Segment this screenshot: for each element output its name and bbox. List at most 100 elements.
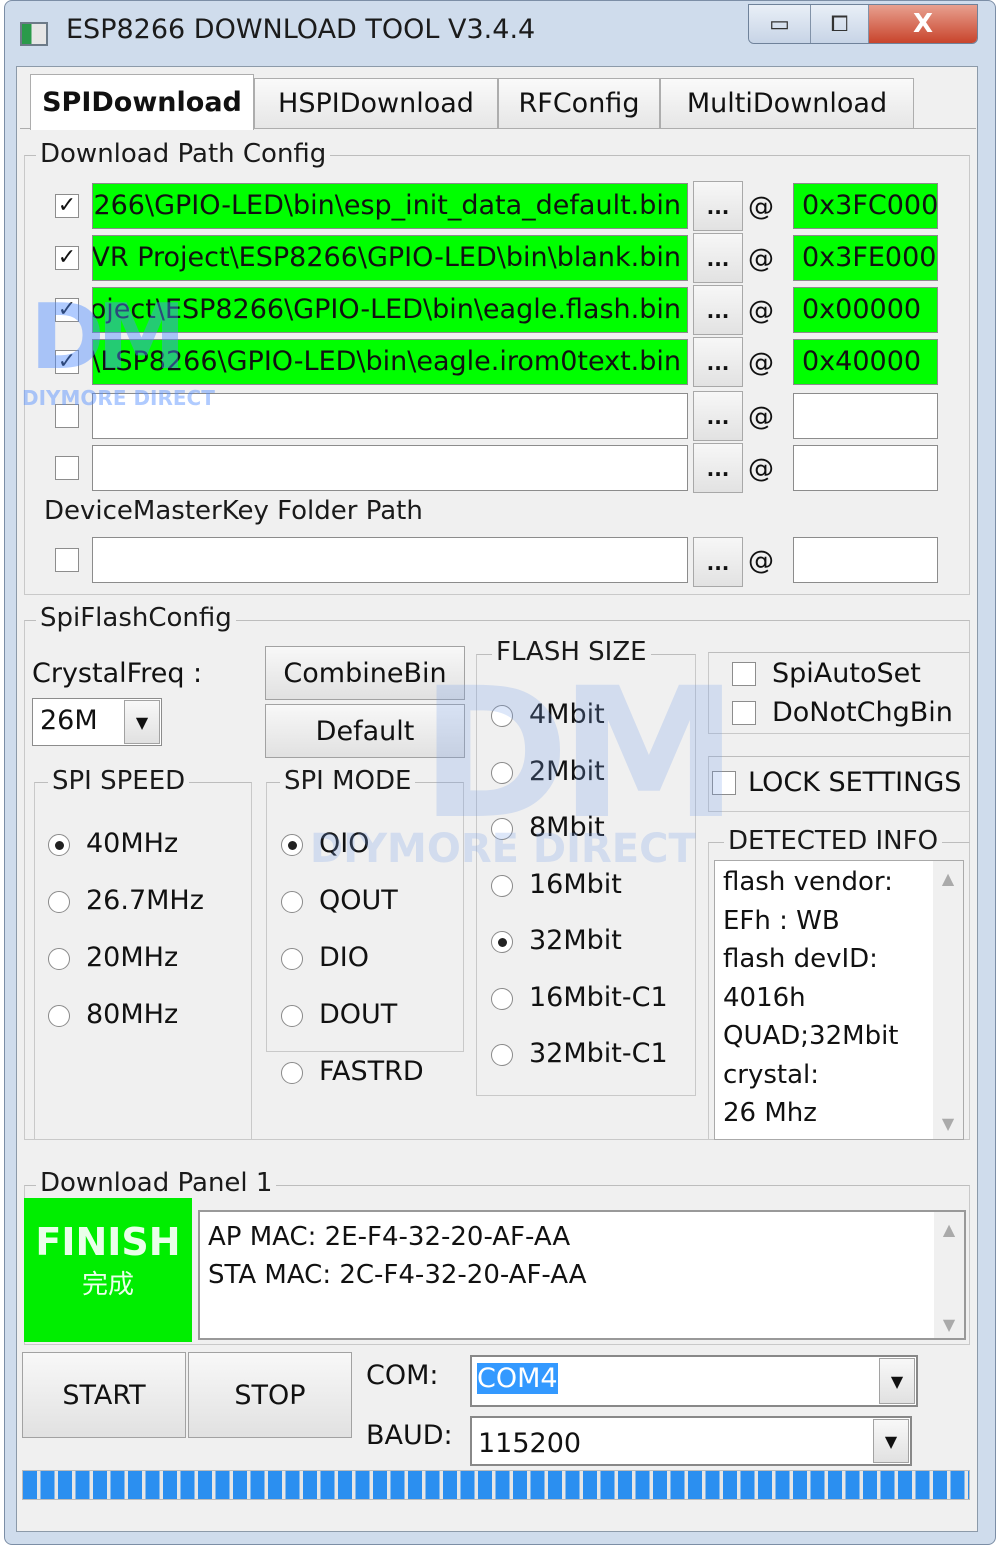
radio-button[interactable] xyxy=(491,931,513,953)
radio-button[interactable] xyxy=(491,987,513,1010)
radio-label[interactable]: 16Mbit-C1 xyxy=(529,982,668,1013)
path-input[interactable]: 3266\GPIO-LED\bin\esp_init_data_default.… xyxy=(92,183,688,229)
path-input[interactable] xyxy=(92,445,688,491)
radio-button[interactable] xyxy=(48,948,70,970)
address-input[interactable] xyxy=(793,393,938,439)
download-path-title: Download Path Config xyxy=(36,139,331,169)
progress-bar xyxy=(22,1470,970,1500)
radio-label[interactable]: QOUT xyxy=(319,885,398,916)
path-checkbox[interactable]: ✓ xyxy=(55,246,79,270)
radio-label[interactable]: 26.7MHz xyxy=(86,885,204,916)
radio-button[interactable] xyxy=(281,891,303,913)
radio-button[interactable] xyxy=(491,1044,513,1066)
radio-button[interactable] xyxy=(281,948,303,970)
start-button[interactable]: START xyxy=(22,1352,186,1438)
radio-label[interactable]: DOUT xyxy=(319,999,397,1030)
radio-label[interactable]: QIO xyxy=(319,828,369,859)
radio-label[interactable]: 32Mbit-C1 xyxy=(529,1038,668,1069)
browse-button[interactable]: ... xyxy=(693,443,743,493)
master-key-path-input[interactable] xyxy=(92,537,688,583)
radio-label[interactable]: 2Mbit xyxy=(529,756,605,787)
crystal-freq-value: 26M xyxy=(40,705,98,736)
radio-button[interactable] xyxy=(48,1005,70,1027)
info-line: flash devID: xyxy=(723,944,878,974)
radio-button[interactable] xyxy=(48,891,70,913)
radio-button[interactable] xyxy=(491,818,513,840)
com-label: COM: xyxy=(366,1360,439,1391)
radio-label[interactable]: 16Mbit xyxy=(529,869,622,900)
tab-rfconfig[interactable]: RFConfig xyxy=(498,78,660,128)
radio-label[interactable]: FASTRD xyxy=(319,1056,424,1087)
radio-label[interactable]: 8Mbit xyxy=(529,812,605,843)
log-scrollbar[interactable]: ▲ ▼ xyxy=(934,1212,964,1338)
status-text: FINISH xyxy=(35,1220,181,1264)
address-input[interactable] xyxy=(793,445,938,491)
do-not-chg-bin-checkbox[interactable] xyxy=(732,701,756,725)
browse-button[interactable]: ... xyxy=(693,337,743,387)
combine-bin-button[interactable]: CombineBin xyxy=(265,646,465,700)
master-key-address-input[interactable] xyxy=(793,537,938,583)
lock-settings-label: LOCK SETTINGS xyxy=(748,767,962,798)
radio-label[interactable]: 80MHz xyxy=(86,999,178,1030)
maximize-button[interactable]: ⧠ xyxy=(811,5,869,43)
at-label: @ xyxy=(748,244,774,274)
address-input[interactable]: 0x40000 xyxy=(793,339,938,385)
tab-spidownload[interactable]: SPIDownload xyxy=(30,74,254,130)
master-key-label: DeviceMasterKey Folder Path xyxy=(44,496,423,526)
log-line: AP MAC: 2E-F4-32-20-AF-AA xyxy=(208,1222,571,1252)
browse-button[interactable]: ... xyxy=(693,285,743,335)
master-key-checkbox[interactable] xyxy=(55,548,79,572)
path-checkbox[interactable] xyxy=(55,404,79,428)
radio-label[interactable]: 20MHz xyxy=(86,942,178,973)
radio-button[interactable] xyxy=(281,834,303,856)
radio-button[interactable] xyxy=(491,874,513,897)
radio-label[interactable]: 4Mbit xyxy=(529,699,605,730)
status-indicator: FINISH 完成 xyxy=(24,1198,192,1342)
detected-info-box[interactable]: flash vendor: EFh : WB flash devID: 4016h QU… xyxy=(714,860,964,1140)
address-input[interactable]: 0x00000 xyxy=(793,287,938,333)
master-key-browse-button[interactable]: ... xyxy=(693,537,743,587)
scrollbar[interactable]: ▲ ▼ xyxy=(933,861,963,1139)
browse-button[interactable]: ... xyxy=(693,181,743,231)
path-input[interactable]: \LSP8266\GPIO-LED\bin\eagle.irom0text.bi… xyxy=(92,339,688,385)
tab-hspidownload[interactable]: HSPIDownload xyxy=(254,78,498,128)
info-line: EFh : WB xyxy=(723,905,840,936)
download-panel-title: Download Panel 1 xyxy=(36,1168,277,1198)
baud-value: 115200 xyxy=(478,1428,582,1459)
stop-button[interactable]: STOP xyxy=(188,1352,352,1438)
path-input[interactable]: oject\ESP8266\GPIO-LED\bin\eagle.flash.b… xyxy=(92,287,688,333)
crystal-freq-select[interactable]: 26M ▼ xyxy=(32,698,162,746)
chevron-down-icon[interactable]: ▼ xyxy=(873,1419,909,1463)
browse-button[interactable]: ... xyxy=(693,233,743,283)
chevron-down-icon[interactable]: ▼ xyxy=(124,700,160,744)
address-input[interactable]: 0x3FE000 xyxy=(793,235,938,281)
address-input[interactable]: 0x3FC000 xyxy=(793,183,938,229)
browse-button[interactable]: ... xyxy=(693,391,743,441)
radio-button[interactable] xyxy=(491,761,513,784)
radio-button[interactable] xyxy=(281,1062,303,1084)
radio-label[interactable]: 40MHz xyxy=(86,828,178,859)
com-select[interactable]: COM4 ▼ xyxy=(470,1355,918,1407)
path-input[interactable] xyxy=(92,393,688,439)
default-button[interactable]: Default xyxy=(265,704,465,758)
path-checkbox[interactable] xyxy=(55,456,79,480)
radio-button[interactable] xyxy=(48,834,70,856)
radio-button[interactable] xyxy=(491,705,513,727)
tab-multidownload[interactable]: MultiDownload xyxy=(660,78,914,128)
path-checkbox[interactable]: ✓ xyxy=(55,194,79,218)
spi-mode-title: SPI MODE xyxy=(280,766,416,796)
app-icon xyxy=(20,22,48,46)
log-box[interactable]: AP MAC: 2E-F4-32-20-AF-AA STA MAC: 2C-F4-… xyxy=(198,1210,966,1340)
close-button[interactable]: X xyxy=(869,5,977,43)
spi-auto-set-checkbox[interactable] xyxy=(732,662,756,686)
path-checkbox[interactable]: ✓ xyxy=(55,298,79,322)
path-input[interactable]: VR Project\ESP8266\GPIO-LED\bin\blank.bi… xyxy=(92,235,688,281)
radio-label[interactable]: 32Mbit xyxy=(529,925,622,956)
baud-select[interactable]: 115200 ▼ xyxy=(470,1416,912,1466)
radio-label[interactable]: DIO xyxy=(319,942,369,973)
lock-settings-checkbox[interactable] xyxy=(712,771,736,795)
path-checkbox[interactable]: ✓ xyxy=(55,350,79,374)
chevron-down-icon[interactable]: ▼ xyxy=(879,1358,915,1404)
minimize-button[interactable]: ▭ xyxy=(749,5,811,43)
radio-button[interactable] xyxy=(281,1005,303,1027)
